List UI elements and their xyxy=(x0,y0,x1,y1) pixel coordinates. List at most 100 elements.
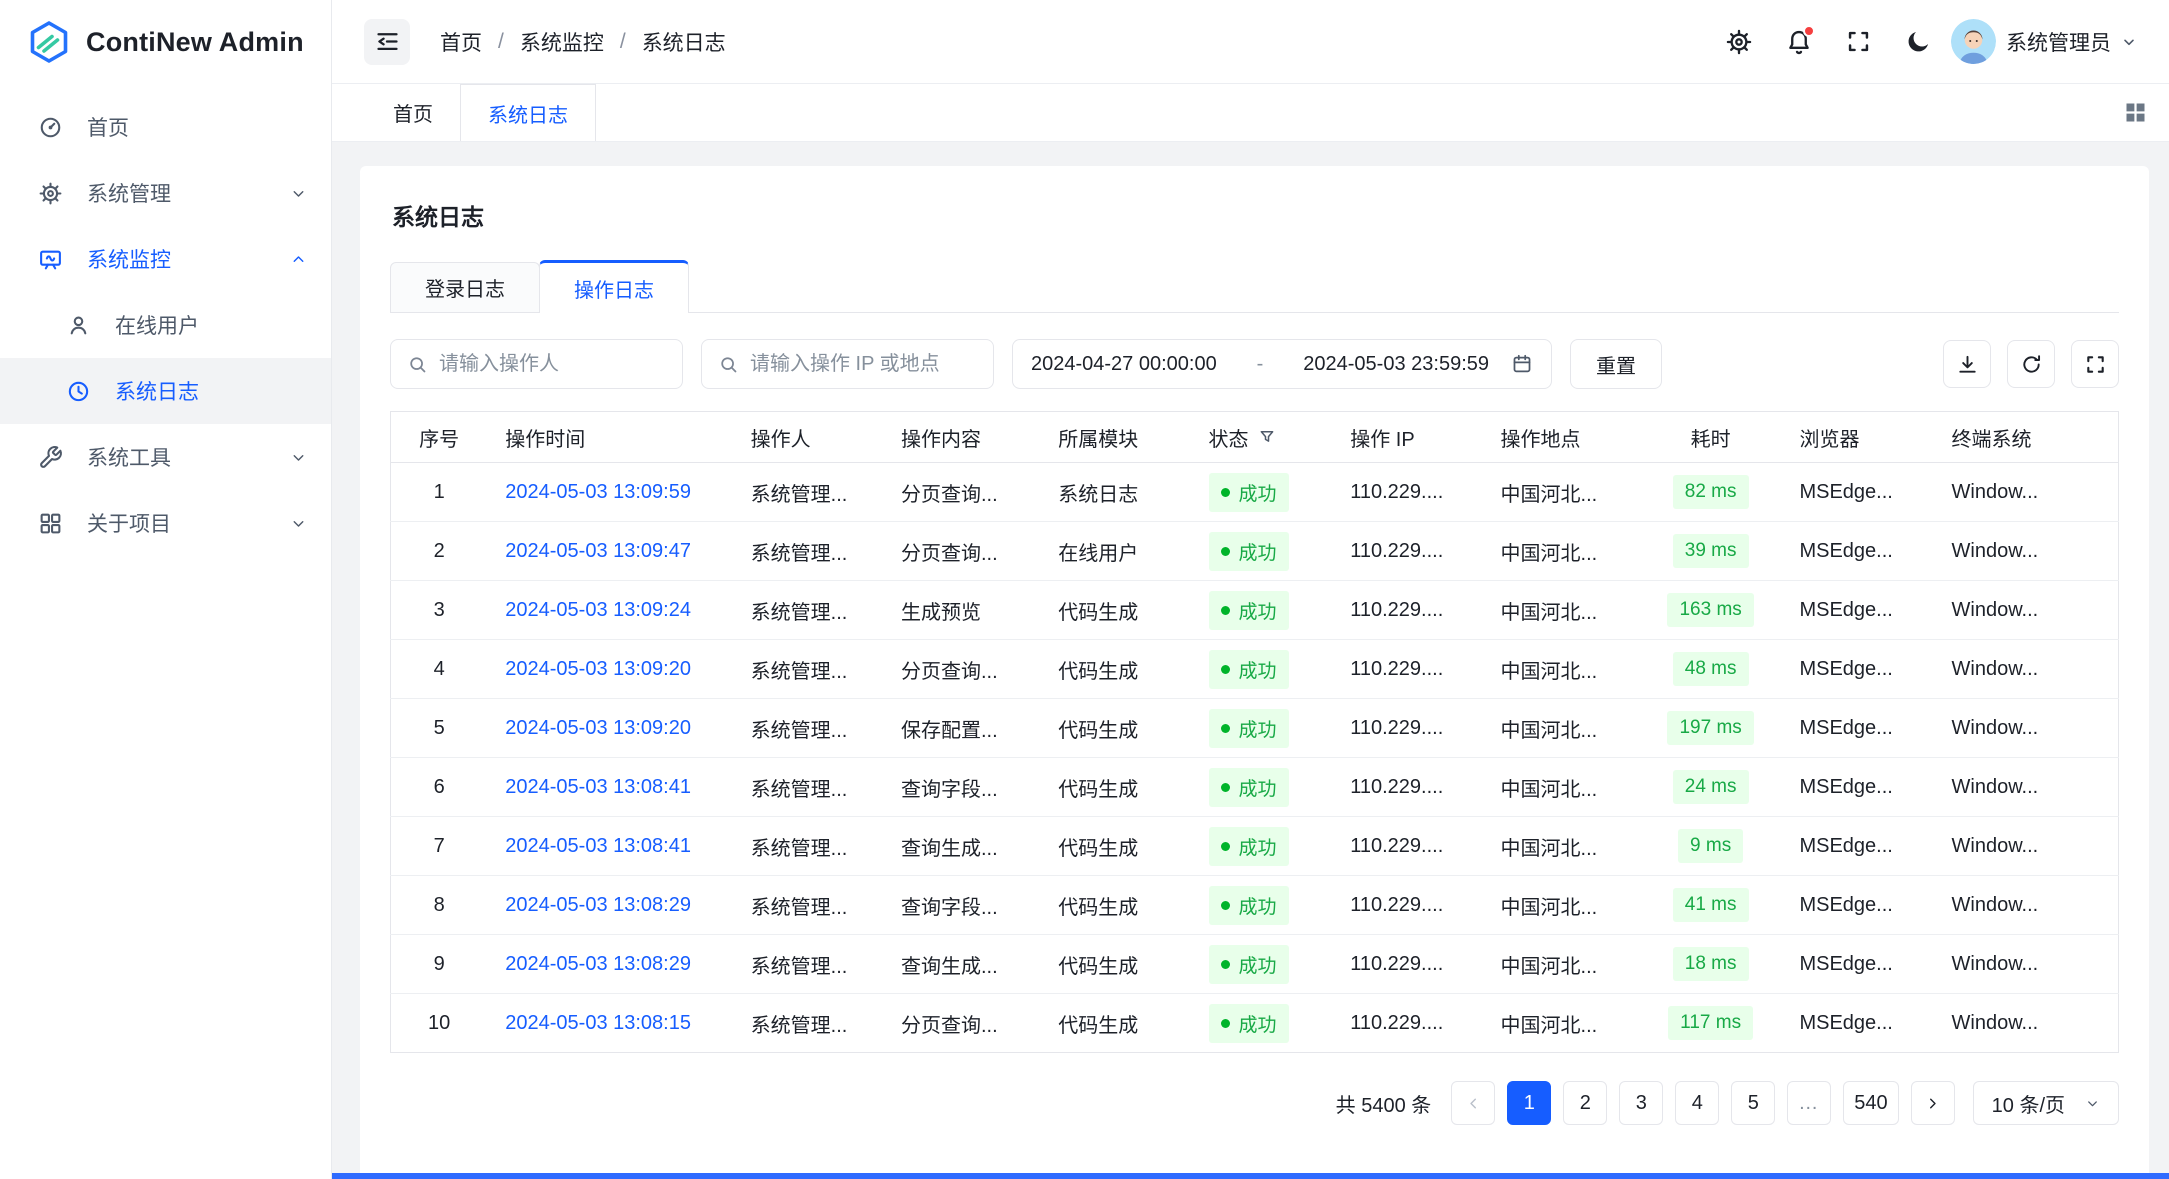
cell-os: Window... xyxy=(1934,935,2119,994)
sidebar-collapse-button[interactable] xyxy=(364,19,410,65)
sidebar-item-about-project[interactable]: 关于项目 xyxy=(0,490,331,556)
view-tab-system-logs[interactable]: 系统日志 xyxy=(460,84,596,141)
view-tab-home[interactable]: 首页 xyxy=(366,84,460,141)
sidebar-item-system-management[interactable]: 系统管理 xyxy=(0,160,331,226)
cell-no: 8 xyxy=(391,876,488,935)
cell-browser: MSEdge... xyxy=(1781,876,1933,935)
sidebar-item-system-logs[interactable]: 系统日志 xyxy=(0,358,331,424)
log-detail-link[interactable]: 2024-05-03 13:09:20 xyxy=(505,717,691,739)
date-start: 2024-04-27 00:00:00 xyxy=(1031,353,1217,376)
cell-cost: 24 ms xyxy=(1640,758,1782,817)
cell-os: Window... xyxy=(1934,876,2119,935)
search-icon xyxy=(718,354,739,375)
download-button[interactable] xyxy=(1943,340,1991,388)
user-icon xyxy=(66,313,91,338)
table-header-row: 序号操作时间操作人操作内容所属模块状态操作 IP操作地点耗时浏览器终端系统 xyxy=(391,412,2119,463)
cell-cost: 41 ms xyxy=(1640,876,1782,935)
cost-badge: 18 ms xyxy=(1673,947,1749,981)
settings-icon[interactable] xyxy=(1725,28,1753,56)
topbar: 首页/系统监控/系统日志 xyxy=(332,0,2169,84)
date-range-picker[interactable]: 2024-04-27 00:00:00 - 2024-05-03 23:59:5… xyxy=(1012,339,1552,389)
user-menu[interactable]: 系统管理员 xyxy=(1951,19,2137,64)
cell-os: Window... xyxy=(1934,640,2119,699)
date-separator: - xyxy=(1217,353,1304,376)
notifications-button[interactable] xyxy=(1785,28,1813,56)
next-page-button[interactable] xyxy=(1911,1081,1955,1125)
sidebar-item-online-users[interactable]: 在线用户 xyxy=(0,292,331,358)
column-header-cost: 耗时 xyxy=(1640,412,1782,463)
username: 系统管理员 xyxy=(2006,27,2111,57)
breadcrumb-item[interactable]: 系统监控 xyxy=(520,27,604,57)
page-button-3[interactable]: 3 xyxy=(1619,1081,1663,1125)
tab-operation-log[interactable]: 操作日志 xyxy=(539,260,689,313)
cell-content: 保存配置... xyxy=(883,699,1040,758)
page-button-540[interactable]: 540 xyxy=(1843,1081,1898,1125)
cell-module: 系统日志 xyxy=(1040,463,1190,522)
breadcrumb: 首页/系统监控/系统日志 xyxy=(440,27,726,57)
tab-options-icon[interactable] xyxy=(2122,99,2149,126)
cell-time: 2024-05-03 13:09:20 xyxy=(487,640,732,699)
cell-browser: MSEdge... xyxy=(1781,699,1933,758)
dark-mode-icon[interactable] xyxy=(1905,28,1933,56)
log-detail-link[interactable]: 2024-05-03 13:08:15 xyxy=(505,1012,691,1034)
column-header-os: 终端系统 xyxy=(1934,412,2119,463)
breadcrumb-item[interactable]: 首页 xyxy=(440,27,482,57)
refresh-button[interactable] xyxy=(2007,340,2055,388)
cell-location: 中国河北... xyxy=(1483,522,1640,581)
log-detail-link[interactable]: 2024-05-03 13:09:47 xyxy=(505,540,691,562)
cell-os: Window... xyxy=(1934,522,2119,581)
sidebar-item-system-tools[interactable]: 系统工具 xyxy=(0,424,331,490)
column-label: 状态 xyxy=(1209,423,1249,452)
breadcrumb-item[interactable]: 系统日志 xyxy=(642,27,726,57)
tab-login-log[interactable]: 登录日志 xyxy=(390,262,540,312)
column-header-no: 序号 xyxy=(391,412,488,463)
cost-badge: 9 ms xyxy=(1678,829,1743,863)
log-detail-link[interactable]: 2024-05-03 13:08:41 xyxy=(505,776,691,798)
expand-button[interactable] xyxy=(2071,340,2119,388)
log-detail-link[interactable]: 2024-05-03 13:09:20 xyxy=(505,658,691,680)
table-row: 82024-05-03 13:08:29系统管理...查询字段...代码生成成功… xyxy=(391,876,2119,935)
table-row: 72024-05-03 13:08:41系统管理...查询生成...代码生成成功… xyxy=(391,817,2119,876)
chevron-down-icon xyxy=(2085,1096,2100,1111)
app-logo[interactable]: ContiNew Admin xyxy=(0,0,331,84)
cell-content: 查询字段... xyxy=(883,758,1040,817)
page-button-5[interactable]: 5 xyxy=(1731,1081,1775,1125)
status-dot-icon xyxy=(1221,842,1230,851)
log-type-tabs: 登录日志操作日志 xyxy=(390,260,2119,313)
page-button-1[interactable]: 1 xyxy=(1507,1081,1551,1125)
ip-search-input[interactable] xyxy=(750,353,977,376)
cell-ip: 110.229.... xyxy=(1332,640,1482,699)
sidebar-item-home[interactable]: 首页 xyxy=(0,94,331,160)
status-badge: 成功 xyxy=(1209,532,1289,571)
main-area: 首页/系统监控/系统日志 xyxy=(332,0,2169,1179)
log-detail-link[interactable]: 2024-05-03 13:09:24 xyxy=(505,599,691,621)
sidebar-item-system-monitor[interactable]: 系统监控 xyxy=(0,226,331,292)
page-ellipsis-button[interactable]: … xyxy=(1787,1081,1831,1125)
status-filter-button[interactable] xyxy=(1258,428,1276,446)
cost-badge: 197 ms xyxy=(1667,711,1753,745)
status-dot-icon xyxy=(1221,960,1230,969)
page-button-2[interactable]: 2 xyxy=(1563,1081,1607,1125)
cell-content: 生成预览 xyxy=(883,581,1040,640)
reset-button[interactable]: 重置 xyxy=(1570,339,1662,389)
log-detail-link[interactable]: 2024-05-03 13:09:59 xyxy=(505,481,691,503)
log-detail-link[interactable]: 2024-05-03 13:08:29 xyxy=(505,894,691,916)
sidebar-item-label: 关于项目 xyxy=(87,508,171,538)
operator-search-input[interactable] xyxy=(439,353,666,376)
cell-ip: 110.229.... xyxy=(1332,758,1482,817)
cell-module: 代码生成 xyxy=(1040,876,1190,935)
table-row: 92024-05-03 13:08:29系统管理...查询生成...代码生成成功… xyxy=(391,935,2119,994)
calendar-icon xyxy=(1511,353,1533,375)
prev-page-button[interactable] xyxy=(1451,1081,1495,1125)
fullscreen-icon[interactable] xyxy=(1845,28,1873,56)
column-header-ip: 操作 IP xyxy=(1332,412,1482,463)
cell-content: 分页查询... xyxy=(883,994,1040,1053)
status-dot-icon xyxy=(1221,665,1230,674)
log-detail-link[interactable]: 2024-05-03 13:08:29 xyxy=(505,953,691,975)
cell-os: Window... xyxy=(1934,463,2119,522)
wrench-icon xyxy=(38,445,63,470)
log-detail-link[interactable]: 2024-05-03 13:08:41 xyxy=(505,835,691,857)
cell-browser: MSEdge... xyxy=(1781,994,1933,1053)
page-size-select[interactable]: 10 条/页 xyxy=(1973,1081,2119,1125)
page-button-4[interactable]: 4 xyxy=(1675,1081,1719,1125)
